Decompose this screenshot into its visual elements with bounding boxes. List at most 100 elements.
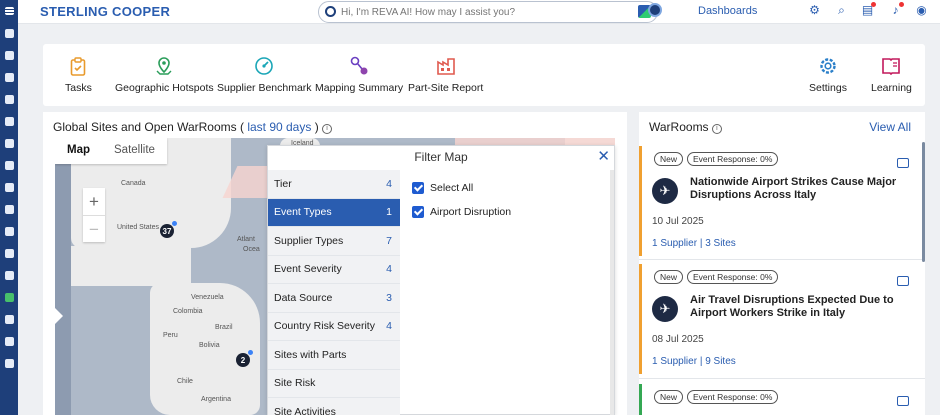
chat-icon[interactable] (897, 276, 909, 286)
filter-cat-label: Site Activities (274, 405, 336, 415)
filter-categories: Tier 4 Event Types 1 Supplier Types 7 Event… (268, 170, 400, 415)
filter-cat-site-activities[interactable]: Site Activities (268, 398, 400, 415)
mapping-summary-label: Mapping Summary (315, 82, 404, 94)
geographic-hotspots-button[interactable]: Geographic Hotspots (115, 56, 214, 94)
filter-map-title: Filter Map (414, 150, 468, 164)
filter-option-airport-disruption[interactable]: Airport Disruption (412, 200, 511, 224)
warroom-card[interactable]: New Event Response: 0% ✈ Nationwide Airp… (639, 146, 915, 256)
home-icon[interactable] (0, 22, 18, 44)
map-label-venezuela: Venezuela (191, 294, 224, 301)
calendar-icon[interactable] (0, 44, 18, 66)
filter-cat-country-risk-severity[interactable]: Country Risk Severity 4 (268, 312, 400, 341)
learning-button[interactable]: Learning (871, 56, 912, 94)
factory-nav-icon[interactable] (0, 88, 18, 110)
site-count-link[interactable]: 9 Sites (705, 356, 736, 367)
filter-cat-count: 4 (386, 320, 392, 333)
chat-icon[interactable] (897, 396, 909, 406)
cloud-icon[interactable] (0, 176, 18, 198)
card-divider (639, 259, 925, 260)
map-edge-strip (55, 138, 71, 415)
document-icon[interactable] (0, 242, 18, 264)
filter-scrollbar[interactable] (610, 170, 614, 415)
search-top-icon[interactable]: ⌕ (835, 4, 848, 17)
site-count-link[interactable]: 3 Sites (705, 238, 736, 249)
search-nav-icon[interactable] (0, 132, 18, 154)
close-icon[interactable]: ✕ (597, 147, 610, 165)
map-type-satellite[interactable]: Satellite (102, 138, 167, 164)
warrooms-title: WarRooms i (649, 120, 722, 134)
chat-icon[interactable] (897, 158, 909, 168)
menu-icon[interactable] (0, 0, 18, 22)
site-cluster-marker[interactable]: 2 (236, 350, 253, 367)
info-icon[interactable]: i (322, 124, 333, 134)
warroom-title[interactable]: Air Travel Disruptions Expected Due to A… (690, 294, 900, 320)
search-box[interactable] (318, 1, 658, 23)
event-response-badge: Event Response: 0% (687, 270, 779, 284)
checkbox-checked[interactable] (412, 182, 424, 194)
transfer-icon[interactable] (0, 308, 18, 330)
warrooms-scrollbar[interactable] (922, 142, 925, 262)
list-icon[interactable] (0, 220, 18, 242)
supplier-benchmark-button[interactable]: Supplier Benchmark (217, 56, 312, 94)
filter-cat-label: Tier (274, 177, 292, 190)
zoom-out-button[interactable]: − (83, 215, 105, 242)
dashboards-link[interactable]: Dashboards (698, 5, 757, 17)
assistant-icon[interactable] (648, 3, 662, 17)
global-sites-title-text: Global Sites and Open WarRooms ( (53, 120, 244, 134)
panel-expand-handle[interactable] (55, 308, 63, 324)
part-site-report-button[interactable]: Part-Site Report (408, 56, 483, 94)
users-icon[interactable] (0, 198, 18, 220)
mapping-summary-button[interactable]: Mapping Summary (315, 56, 403, 94)
last-90-days-link[interactable]: last 90 days (247, 120, 311, 134)
central-america-landmass (71, 246, 191, 286)
warroom-title[interactable]: Nationwide Airport Strikes Cause Major D… (690, 176, 900, 202)
filter-cat-event-severity[interactable]: Event Severity 4 (268, 255, 400, 284)
filter-cat-event-types[interactable]: Event Types 1 (268, 198, 400, 227)
filter-cat-supplier-types[interactable]: Supplier Types 7 (268, 227, 400, 256)
filter-cat-sites-with-parts[interactable]: Sites with Parts (268, 341, 400, 370)
map-type-map[interactable]: Map (55, 138, 102, 164)
site-cluster-marker[interactable]: 37 (160, 221, 177, 238)
hourglass-icon[interactable] (0, 154, 18, 176)
sitemap-icon[interactable] (0, 286, 18, 308)
search-input[interactable] (341, 4, 621, 20)
gear-top-icon[interactable]: ⚙ (808, 4, 821, 17)
top-bar: STERLING COOPER Dashboards ⚙ ⌕ ▤ ♪ ◉ (18, 0, 940, 24)
card-divider (639, 378, 925, 379)
view-all-link[interactable]: View All (869, 120, 911, 134)
warrooms-title-text: WarRooms (649, 120, 709, 134)
bell-icon[interactable]: ♪ (889, 2, 904, 17)
clipboard-icon (67, 56, 89, 76)
filter-cat-label: Site Risk (274, 377, 316, 390)
info-icon[interactable]: i (711, 124, 722, 134)
settings-button[interactable]: Settings (809, 56, 847, 94)
warroom-card[interactable]: New Event Response: 0% (639, 384, 915, 415)
warroom-card[interactable]: New Event Response: 0% ✈ Air Travel Disr… (639, 264, 915, 374)
warroom-date: 08 Jul 2025 (652, 334, 704, 345)
supplier-count-link[interactable]: 1 Supplier (652, 356, 697, 367)
filter-cat-data-source[interactable]: Data Source 3 (268, 284, 400, 313)
hierarchy-icon[interactable] (0, 264, 18, 286)
tasks-button[interactable]: Tasks (65, 56, 92, 94)
filter-cat-site-risk[interactable]: Site Risk (268, 369, 400, 398)
map-label-chile: Chile (177, 378, 193, 385)
chart-icon[interactable] (0, 352, 18, 374)
event-response-badge: Event Response: 0% (687, 152, 779, 166)
messages-icon[interactable]: ▤ (861, 2, 876, 17)
map-pin-icon (153, 56, 175, 76)
checkbox-checked[interactable] (412, 206, 424, 218)
user-icon[interactable]: ◉ (915, 4, 928, 17)
filter-option-select-all[interactable]: Select All (412, 176, 511, 200)
supplier-count-link[interactable]: 1 Supplier (652, 238, 697, 249)
person-settings-icon[interactable] (0, 330, 18, 352)
filter-options: Select All Airport Disruption (412, 176, 511, 224)
network-icon[interactable] (0, 66, 18, 88)
warroom-links: 1 Supplier | 9 Sites (652, 356, 736, 367)
refresh-icon[interactable] (0, 110, 18, 132)
zoom-in-button[interactable]: + (83, 188, 105, 215)
link-separator: | (699, 238, 703, 249)
filter-cat-tier[interactable]: Tier 4 (268, 170, 400, 199)
tasks-label: Tasks (65, 82, 92, 94)
filter-cat-label: Sites with Parts (274, 348, 347, 361)
brand-logo[interactable]: STERLING COOPER (40, 4, 170, 19)
